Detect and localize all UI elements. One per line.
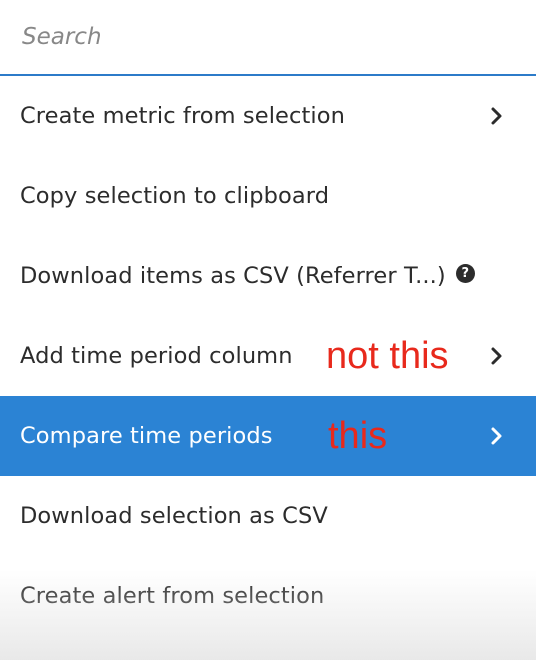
menu-item-label: Create alert from selection [20,583,325,609]
menu-item-label: Compare time periods [20,423,273,449]
annotation-this: this [328,415,388,457]
chevron-right-icon [490,346,504,366]
menu-item-compare-time-periods[interactable]: Compare time periods [0,396,536,476]
menu-item-label: Copy selection to clipboard [20,183,330,209]
search-bar [0,0,536,76]
menu-item-create-alert[interactable]: Create alert from selection [0,556,536,636]
menu-item-copy-selection[interactable]: Copy selection to clipboard [0,156,536,236]
menu-item-label: Download items as CSV (Referrer T...) [20,263,446,289]
menu-item-label: Create metric from selection [20,103,345,129]
menu-item-create-metric[interactable]: Create metric from selection [0,76,536,156]
chevron-right-icon [490,426,504,446]
search-input[interactable] [22,24,502,50]
menu-item-label: Download selection as CSV [20,503,328,529]
context-menu: Create metric from selection Copy select… [0,0,536,660]
annotation-not-this: not this [326,335,449,377]
help-icon[interactable]: ? [455,263,475,283]
menu-item-label: Add time period column [20,343,293,369]
menu-item-add-time-period-column[interactable]: Add time period column [0,316,536,396]
chevron-right-icon [490,106,504,126]
menu-item-download-selection-csv[interactable]: Download selection as CSV [0,476,536,556]
menu-item-download-items-csv[interactable]: Download items as CSV (Referrer T...) ? [0,236,536,316]
